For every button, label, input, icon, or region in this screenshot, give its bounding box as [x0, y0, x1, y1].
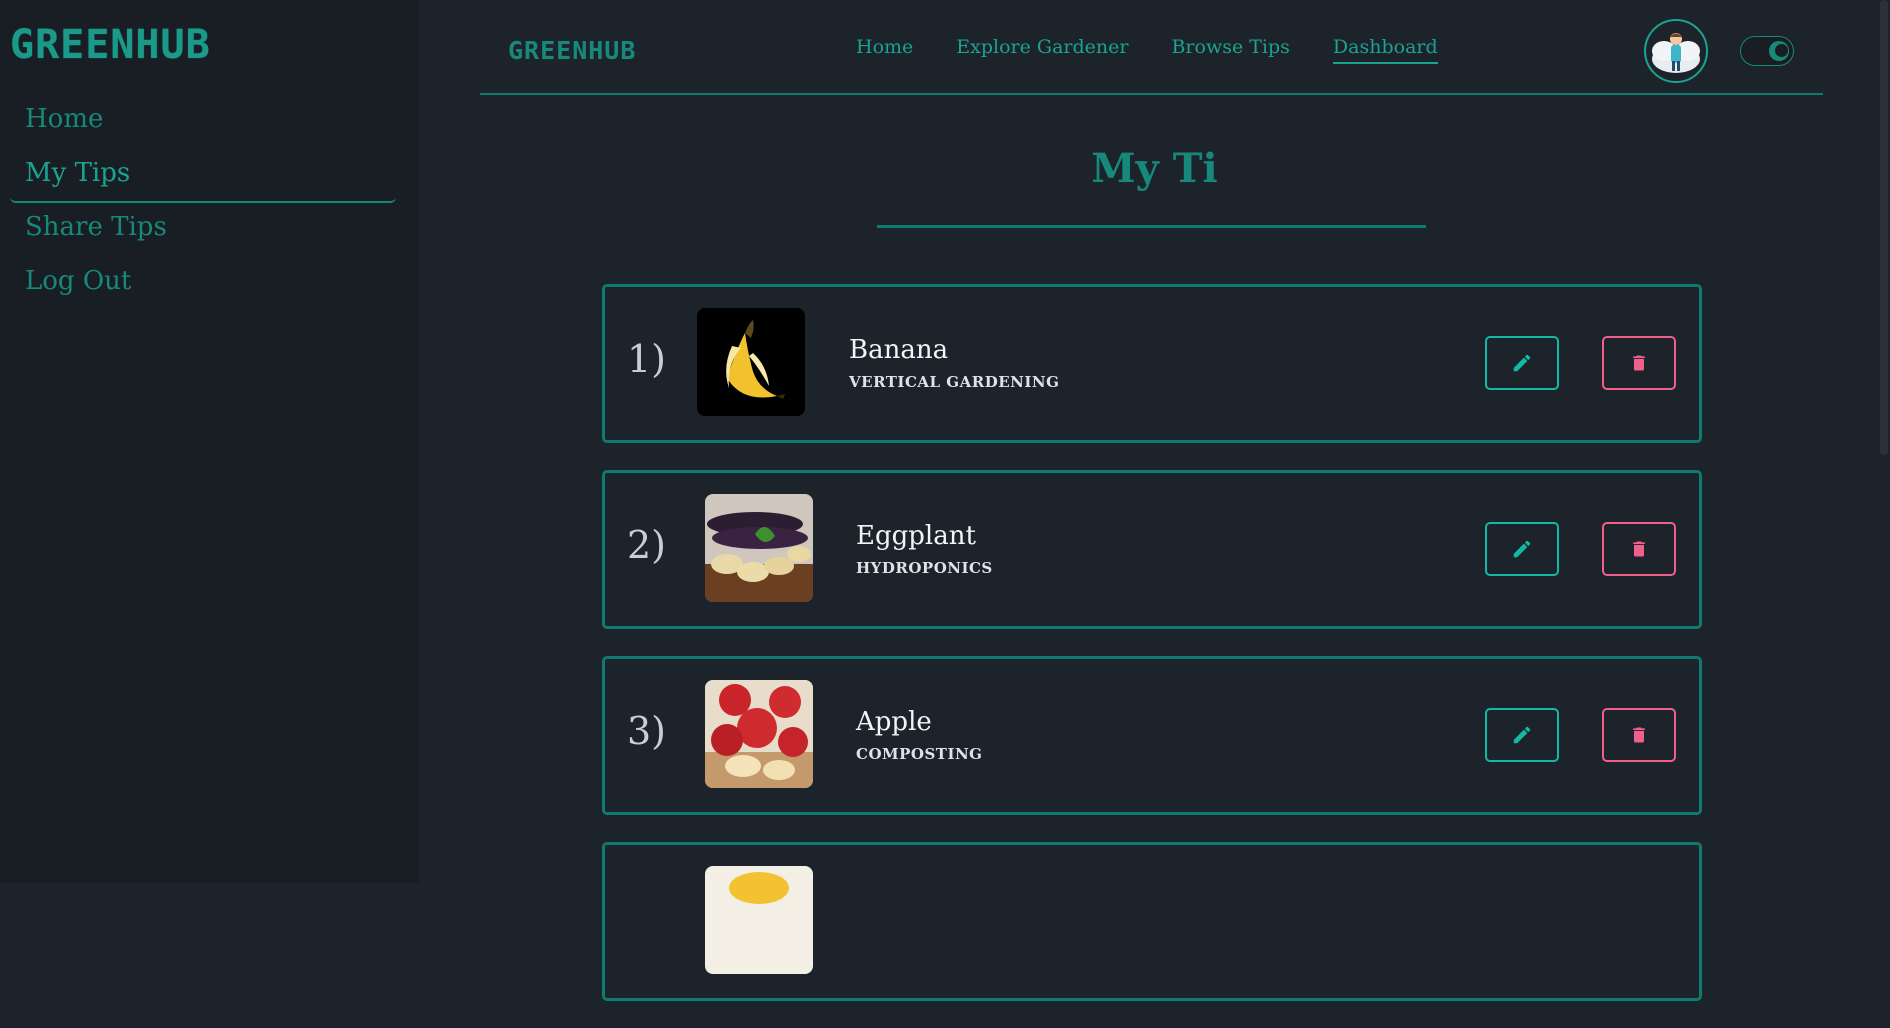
moon-icon — [1769, 41, 1789, 61]
main-content: GREENHUB Home Explore Gardener Browse Ti… — [419, 0, 1890, 1001]
nav-link-explore-gardener[interactable]: Explore Gardener — [956, 36, 1128, 64]
edit-tip-button[interactable] — [1485, 522, 1559, 576]
nav-link-home[interactable]: Home — [856, 36, 913, 64]
tip-category: COMPOSTING — [856, 745, 983, 763]
tip-thumbnail-partial — [705, 866, 813, 974]
tip-thumbnail-eggplant — [705, 494, 813, 602]
tip-card-partial — [602, 842, 1702, 1001]
avatar-illustration-icon — [1652, 33, 1700, 73]
tip-index: 2) — [627, 523, 667, 567]
tips-list: 1) Banana VERTICAL GARDENING 2) Eggplant… — [602, 284, 1702, 1028]
scrollbar-thumb[interactable] — [1880, 0, 1888, 455]
tip-name: Eggplant — [856, 521, 976, 551]
navbar-logo[interactable]: GREENHUB — [508, 36, 636, 65]
user-avatar[interactable] — [1644, 19, 1708, 83]
pencil-icon — [1513, 540, 1531, 558]
sidebar-item-log-out[interactable]: Log Out — [10, 257, 396, 311]
trash-icon — [1633, 355, 1645, 371]
tip-thumbnail-apple — [705, 680, 813, 788]
page-title: My Ti — [1091, 145, 1218, 192]
delete-tip-button[interactable] — [1602, 522, 1676, 576]
delete-tip-button[interactable] — [1602, 336, 1676, 390]
sidebar-item-my-tips[interactable]: My Tips — [10, 149, 396, 203]
tip-name: Banana — [849, 335, 949, 365]
sidebar-logo[interactable]: GREENHUB — [10, 22, 211, 68]
theme-toggle[interactable] — [1740, 36, 1794, 66]
edit-tip-button[interactable] — [1485, 336, 1559, 390]
tip-card: 3) Apple COMPOSTING — [602, 656, 1702, 815]
tip-thumbnail-banana — [697, 308, 805, 416]
pencil-icon — [1513, 354, 1531, 372]
tip-card: 2) Eggplant HYDROPONICS — [602, 470, 1702, 629]
sidebar: GREENHUB Home My Tips Share Tips Log Out — [0, 0, 419, 883]
tip-name: Apple — [856, 707, 932, 737]
tip-category: VERTICAL GARDENING — [849, 373, 1060, 391]
edit-tip-button[interactable] — [1485, 708, 1559, 762]
tip-card: 1) Banana VERTICAL GARDENING — [602, 284, 1702, 443]
sidebar-item-share-tips[interactable]: Share Tips — [10, 203, 396, 257]
page-scrollbar[interactable] — [1877, 0, 1890, 883]
nav-link-browse-tips[interactable]: Browse Tips — [1171, 36, 1289, 64]
trash-icon — [1633, 541, 1645, 557]
sidebar-menu: Home My Tips Share Tips Log Out — [10, 95, 396, 311]
delete-tip-button[interactable] — [1602, 708, 1676, 762]
pencil-icon — [1513, 726, 1531, 744]
sidebar-item-home[interactable]: Home — [10, 95, 396, 149]
title-underline — [877, 225, 1426, 228]
top-navbar: GREENHUB Home Explore Gardener Browse Ti… — [480, 0, 1823, 95]
tip-index: 3) — [627, 709, 667, 753]
tip-category: HYDROPONICS — [856, 559, 993, 577]
nav-links: Home Explore Gardener Browse Tips Dashbo… — [856, 36, 1438, 64]
tip-index: 1) — [627, 337, 667, 381]
trash-icon — [1633, 727, 1645, 743]
nav-link-dashboard[interactable]: Dashboard — [1332, 36, 1438, 64]
